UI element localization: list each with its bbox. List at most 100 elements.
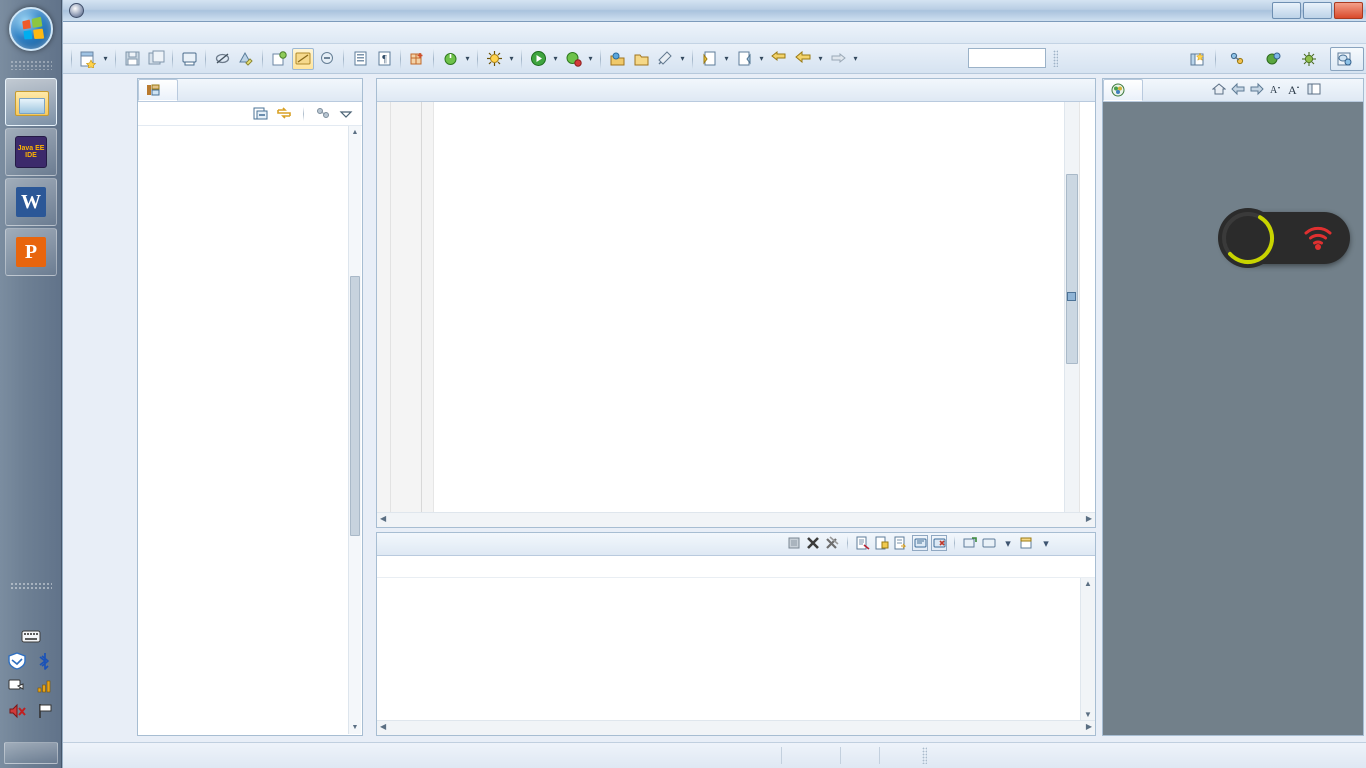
- menu-file[interactable]: [71, 31, 89, 35]
- network-icon[interactable]: [7, 677, 27, 695]
- run-dropdown[interactable]: ▾: [550, 48, 561, 70]
- display-console-dropdown[interactable]: ▾: [1000, 535, 1016, 551]
- collapse-all-icon[interactable]: [253, 106, 269, 121]
- package-explorer-scrollbar[interactable]: ▲ ▼: [348, 126, 361, 734]
- editor-annotation-ruler[interactable]: [377, 102, 391, 512]
- editor-horizontal-scrollbar[interactable]: ◀ ▶: [377, 512, 1095, 527]
- battery-percent-overlay[interactable]: [1218, 208, 1350, 268]
- editor-maximize-button[interactable]: [1076, 81, 1092, 97]
- save-all-icon[interactable]: [145, 48, 167, 70]
- remove-all-terminated-icon[interactable]: [824, 535, 840, 551]
- keyboard-icon[interactable]: [21, 627, 41, 645]
- new-wizard-icon[interactable]: [77, 48, 99, 70]
- run-last-dropdown[interactable]: ▾: [585, 48, 596, 70]
- display-selected-console-icon[interactable]: [855, 535, 871, 551]
- maximize-view-button[interactable]: [343, 81, 359, 97]
- console-vertical-scrollbar[interactable]: ▲ ▼: [1080, 578, 1095, 720]
- toggle-markers-icon[interactable]: [211, 48, 233, 70]
- word-wrap-icon[interactable]: [893, 535, 909, 551]
- close-button[interactable]: [1334, 2, 1363, 19]
- increase-font-icon[interactable]: A: [1287, 81, 1303, 97]
- new-java-class-icon[interactable]: [292, 47, 314, 70]
- save-icon[interactable]: [121, 48, 143, 70]
- scrollbar-thumb[interactable]: [350, 276, 360, 536]
- customize-page-icon[interactable]: [1306, 81, 1322, 97]
- pin-console-icon[interactable]: [931, 535, 947, 551]
- forward-icon[interactable]: [1249, 81, 1265, 97]
- new-console-view-icon[interactable]: [1019, 535, 1035, 551]
- volume-muted-icon[interactable]: [7, 702, 27, 720]
- status-bar-grip[interactable]: [922, 747, 927, 764]
- display-console-icon[interactable]: [981, 535, 997, 551]
- scroll-down-arrow[interactable]: ▼: [1084, 710, 1092, 719]
- home-icon[interactable]: [1211, 81, 1227, 97]
- view-menu-icon[interactable]: [338, 106, 354, 121]
- search-dropdown[interactable]: ▾: [677, 48, 688, 70]
- back-icon[interactable]: [792, 48, 814, 70]
- maximize-button[interactable]: [1303, 2, 1332, 19]
- editor-minimize-button[interactable]: [1057, 81, 1073, 97]
- open-type-icon[interactable]: [606, 48, 628, 70]
- editor-overview-ruler[interactable]: [1079, 102, 1094, 512]
- show-console-on-output-icon[interactable]: [912, 535, 928, 551]
- scroll-right-arrow[interactable]: ▶: [1086, 514, 1092, 523]
- shield-icon[interactable]: [7, 652, 27, 670]
- debug-dropdown[interactable]: ▾: [506, 48, 517, 70]
- console-output[interactable]: [377, 578, 1080, 720]
- quick-access-input[interactable]: [968, 48, 1046, 68]
- signal-bars-icon[interactable]: [35, 677, 55, 695]
- debug-icon[interactable]: [483, 48, 505, 70]
- menu-window[interactable]: [215, 31, 233, 35]
- run-icon[interactable]: [527, 48, 549, 70]
- menu-run[interactable]: [197, 31, 215, 35]
- editor-scrollbar-thumb[interactable]: [1066, 174, 1078, 364]
- decrease-font-icon[interactable]: A: [1268, 81, 1284, 97]
- scroll-right-arrow[interactable]: ▶: [1086, 722, 1092, 731]
- new-wizard-dropdown[interactable]: ▾: [100, 48, 111, 70]
- open-task-icon[interactable]: [235, 48, 257, 70]
- perspective-java-browsing[interactable]: [1330, 47, 1364, 71]
- menu-source[interactable]: [107, 31, 125, 35]
- open-console-icon[interactable]: [962, 535, 978, 551]
- forward-icon[interactable]: [827, 48, 849, 70]
- next-annotation-dropdown[interactable]: ▾: [721, 48, 732, 70]
- scroll-up-arrow[interactable]: ▲: [1084, 579, 1092, 588]
- search-icon[interactable]: [654, 48, 676, 70]
- start-button[interactable]: [9, 7, 53, 51]
- scroll-lock-icon[interactable]: [874, 535, 890, 551]
- menu-edit[interactable]: [89, 31, 107, 35]
- editor-folding-ruler[interactable]: [422, 102, 434, 512]
- welcome-minimize-button[interactable]: [1325, 81, 1341, 97]
- external-tools-icon[interactable]: [439, 48, 461, 70]
- scroll-down-arrow[interactable]: ▼: [350, 722, 360, 733]
- back-icon[interactable]: [1230, 81, 1246, 97]
- previous-annotation-icon[interactable]: [733, 48, 755, 70]
- taskbar-item-eclipse[interactable]: Java EE IDE: [5, 128, 57, 176]
- editor-code-area[interactable]: [434, 102, 1063, 512]
- new-package-icon[interactable]: [406, 48, 428, 70]
- taskbar-item-powerpoint[interactable]: P: [5, 228, 57, 276]
- show-desktop-button[interactable]: [4, 742, 58, 764]
- taskbar-grip[interactable]: [10, 60, 52, 70]
- run-last-icon[interactable]: [562, 48, 584, 70]
- forward-dropdown[interactable]: ▾: [850, 48, 861, 70]
- editor-vertical-scrollbar[interactable]: [1064, 102, 1079, 512]
- new-interface-icon[interactable]: [349, 48, 371, 70]
- bluetooth-icon[interactable]: [35, 652, 55, 670]
- menu-search[interactable]: [161, 31, 179, 35]
- taskbar-item-word[interactable]: W: [5, 178, 57, 226]
- new-enum-icon[interactable]: ¶: [373, 48, 395, 70]
- tab-welcome[interactable]: [1103, 79, 1143, 101]
- taskbar-item-windows-explorer[interactable]: [5, 78, 57, 126]
- flag-icon[interactable]: [35, 702, 55, 720]
- scroll-left-arrow[interactable]: ◀: [380, 722, 386, 731]
- open-perspective-icon[interactable]: [1186, 48, 1208, 70]
- menu-refactor[interactable]: [125, 31, 143, 35]
- next-annotation-icon[interactable]: [698, 48, 720, 70]
- scroll-up-arrow[interactable]: ▲: [350, 127, 360, 138]
- menu-help[interactable]: [233, 31, 251, 35]
- last-edit-location-icon[interactable]: [768, 48, 790, 70]
- menu-project[interactable]: [179, 31, 197, 35]
- link-with-editor-icon[interactable]: [276, 106, 292, 121]
- terminate-icon[interactable]: [805, 535, 821, 551]
